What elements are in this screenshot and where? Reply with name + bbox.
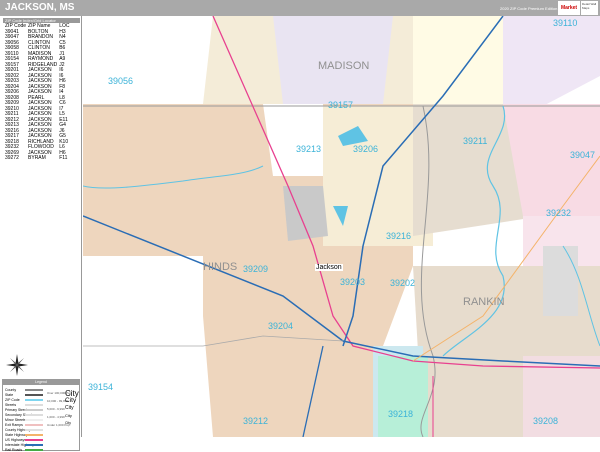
- zip-label[interactable]: 39047: [570, 150, 595, 160]
- map-title: JACKSON, MS: [5, 2, 75, 13]
- legend-label: Streets: [5, 402, 17, 407]
- index-row: 39272 BYRAM F11: [5, 155, 72, 162]
- city-size-label: City: [65, 421, 72, 425]
- zip-label[interactable]: 39208: [533, 416, 558, 426]
- map-base: [82, 15, 600, 438]
- zip-label[interactable]: 39212: [243, 416, 268, 426]
- sidebar: ZIP Code Index/Grid Locator ZIP Code ZIP …: [0, 16, 82, 452]
- city-size-range: 1,000 - 4,999: [47, 415, 65, 419]
- legend-swatch: [25, 404, 43, 406]
- index-cell: 39272: [5, 155, 19, 161]
- zip-label[interactable]: 39154: [88, 382, 113, 392]
- zip-label[interactable]: 39218: [388, 409, 413, 419]
- legend-swatch: [25, 389, 43, 391]
- legend-label: ZIP Code: [5, 397, 20, 402]
- edition-label: 2020 ZIP Code Premium Edition: [500, 6, 558, 11]
- legend-swatch: [25, 419, 43, 421]
- zip-label[interactable]: 39209: [243, 264, 268, 274]
- city-size-range: 5,000 - 9,999: [47, 407, 65, 411]
- legend-swatch: [25, 434, 43, 436]
- legend-swatch: [25, 449, 43, 451]
- compass-rose-icon: [6, 354, 28, 376]
- legend-swatch: [25, 429, 43, 431]
- zip-label[interactable]: 39157: [328, 100, 353, 110]
- legend-swatch: [25, 414, 43, 416]
- zip-label[interactable]: 39202: [390, 278, 415, 288]
- legend-item: Rail Roads: [5, 447, 22, 452]
- zip-label[interactable]: 39204: [268, 321, 293, 331]
- county-label: HINDS: [203, 261, 238, 273]
- legend-swatch: [25, 394, 43, 396]
- zip-index-table: ZIP Code ZIP Name LOC 39041 BOLTON H3 39047 BRA…: [5, 23, 72, 162]
- county-label: MADISON: [318, 60, 370, 72]
- legend-label: US Highways: [5, 437, 27, 442]
- legend-label: Rail Roads: [5, 447, 23, 452]
- zip-label[interactable]: 39216: [386, 231, 411, 241]
- zip-label[interactable]: 39110: [553, 18, 577, 28]
- publisher-logo: Market MAPS: [558, 1, 580, 25]
- county-label: RANKIN: [463, 296, 505, 308]
- legend-swatch: [25, 424, 43, 426]
- legend-label: Exit Ramps: [5, 422, 23, 427]
- city-size-label: City: [65, 397, 77, 404]
- zip-label[interactable]: 39213: [296, 144, 321, 154]
- city-size-label: City: [65, 413, 72, 418]
- zip-label[interactable]: 39211: [463, 136, 487, 146]
- legend-swatch: [25, 409, 43, 411]
- index-cell: F11: [59, 155, 68, 161]
- legend-swatch: [25, 439, 43, 441]
- zip-label[interactable]: 39203: [340, 277, 365, 287]
- legend-label: County: [5, 387, 17, 392]
- city-size-label: City: [65, 405, 74, 411]
- legend: Legend County State ZIP Code Streets Primary…: [2, 379, 80, 452]
- zip-label[interactable]: 39056: [108, 76, 133, 86]
- index-cell: BYRAM: [28, 155, 46, 161]
- publisher-sub: Detail Wall Maps: [581, 1, 598, 15]
- legend-title: Legend: [3, 380, 79, 385]
- legend-label: State: [5, 392, 14, 397]
- legend-label: Minor Streets: [5, 417, 26, 422]
- city-label-jackson[interactable]: Jackson: [315, 264, 343, 271]
- legend-swatch: [25, 444, 43, 446]
- legend-swatch: [25, 399, 43, 401]
- zip-label[interactable]: 39232: [546, 208, 571, 218]
- map-canvas[interactable]: MADISON HINDS RANKIN Jackson 39157 39110 39056…: [82, 15, 600, 438]
- zip-label[interactable]: 39206: [353, 144, 378, 154]
- title-bar: JACKSON, MS 2020 ZIP Code Premium Editio…: [0, 0, 600, 25]
